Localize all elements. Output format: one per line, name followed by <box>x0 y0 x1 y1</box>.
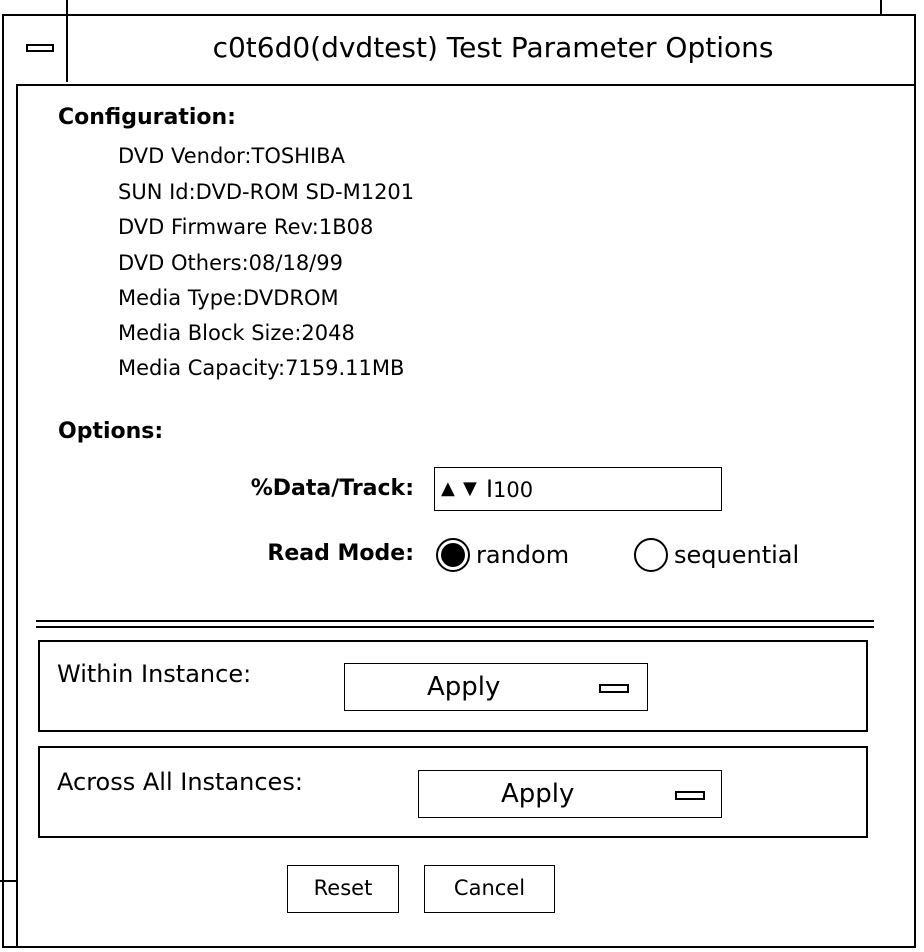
titlebar-divider <box>66 16 68 82</box>
data-track-field[interactable]: ▲ ▼ I 100 <box>434 467 722 511</box>
section-separator <box>36 626 874 628</box>
options-heading: Options: <box>58 419 164 444</box>
radio-random[interactable] <box>436 538 470 572</box>
reset-button[interactable]: Reset <box>287 865 399 913</box>
config-block-size: Media Block Size:2048 <box>118 321 355 345</box>
decrement-arrow-icon[interactable]: ▼ <box>463 478 477 500</box>
config-media-type: Media Type:DVDROM <box>118 286 339 310</box>
across-instances-apply-button[interactable]: Apply <box>418 770 722 818</box>
menu-indicator-icon <box>675 791 705 800</box>
across-instances-apply-label: Apply <box>501 779 575 809</box>
resize-corner-top-right[interactable] <box>880 0 882 16</box>
config-vendor: DVD Vendor:TOSHIBA <box>118 144 345 168</box>
window-title: c0t6d0(dvdtest) Test Parameter Options <box>212 31 774 64</box>
section-separator <box>36 620 874 622</box>
cancel-button[interactable]: Cancel <box>424 865 555 913</box>
config-others: DVD Others:08/18/99 <box>118 251 343 275</box>
window-menu-button[interactable] <box>20 22 62 74</box>
within-instance-apply-button[interactable]: Apply <box>344 663 648 711</box>
titlebar-bottom-border <box>16 84 916 86</box>
data-track-value[interactable]: 100 <box>493 477 533 503</box>
menu-indicator-icon <box>599 684 629 693</box>
across-instances-label: Across All Instances: <box>57 768 303 796</box>
config-sun-id: SUN Id:DVD-ROM SD-M1201 <box>118 180 415 204</box>
radio-sequential[interactable] <box>634 538 668 572</box>
data-track-label: %Data/Track: <box>250 476 414 501</box>
within-instance-label: Within Instance: <box>57 660 252 688</box>
read-mode-label: Read Mode: <box>267 541 414 566</box>
radio-random-label[interactable]: random <box>476 538 569 572</box>
resize-corner-bottom-left[interactable] <box>0 880 16 882</box>
config-firmware-rev: DVD Firmware Rev:1B08 <box>118 215 374 239</box>
configuration-heading: Configuration: <box>58 105 236 130</box>
resize-corner-top-left[interactable] <box>66 0 68 16</box>
within-instance-apply-label: Apply <box>427 672 501 702</box>
window-menu-icon <box>26 44 54 52</box>
increment-arrow-icon[interactable]: ▲ <box>441 478 455 500</box>
radio-sequential-label[interactable]: sequential <box>674 538 799 572</box>
resize-edge-left[interactable] <box>16 84 18 948</box>
config-media-capacity: Media Capacity:7159.11MB <box>118 356 405 380</box>
